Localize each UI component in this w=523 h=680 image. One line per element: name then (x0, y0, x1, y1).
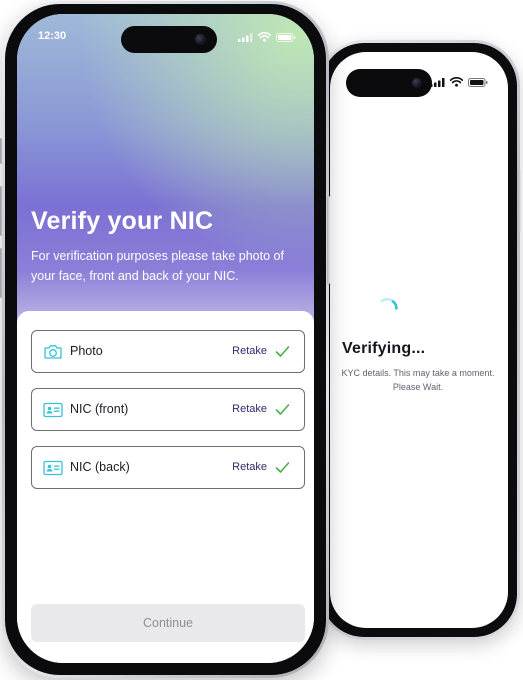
check-icon (275, 346, 290, 357)
wifi-icon (450, 77, 463, 87)
document-row-nic-front[interactable]: NIC (front) Retake (31, 388, 305, 431)
id-card-icon (43, 460, 63, 476)
dynamic-island (346, 69, 432, 97)
power-button (518, 170, 521, 232)
retake-button[interactable]: Retake (232, 461, 267, 473)
secondary-phone-bezel: Verifying... KYC details. This may take … (321, 43, 517, 637)
wifi-icon (258, 32, 271, 42)
retake-button[interactable]: Retake (232, 403, 267, 415)
page-description: For verification purposes please take ph… (31, 249, 284, 283)
verifying-screen: Verifying... KYC details. This may take … (330, 52, 508, 628)
camera-icon (44, 345, 62, 359)
verifying-subtitle-line-2: Please Wait. (392, 382, 444, 392)
verifying-title: Verifying... (342, 340, 426, 357)
verify-nic-screen: 12:30 Verify your NIC For verification p… (17, 14, 314, 663)
document-row-nic-back[interactable]: NIC (back) Retake (31, 446, 305, 489)
primary-phone-frame: 12:30 Verify your NIC For verification p… (2, 1, 329, 678)
document-label: NIC (front) (70, 402, 129, 416)
signal-icon (238, 32, 253, 42)
front-camera-icon (412, 78, 422, 88)
page-title: Verify your NIC (31, 207, 214, 235)
status-time: 12:30 (38, 30, 67, 42)
document-row-photo[interactable]: Photo Retake (31, 330, 305, 373)
check-icon (275, 462, 290, 473)
dynamic-island (121, 26, 217, 53)
battery-icon (468, 77, 488, 87)
verifying-subtitle: KYC details. This may take a moment. Ple… (330, 366, 506, 394)
status-icons (238, 32, 296, 42)
battery-icon (276, 32, 296, 42)
document-label: NIC (back) (70, 460, 130, 474)
secondary-phone-frame: Verifying... KYC details. This may take … (318, 40, 520, 640)
id-card-icon (43, 402, 63, 418)
status-icons (430, 77, 488, 87)
document-label: Photo (70, 344, 103, 358)
front-camera-icon (195, 34, 206, 45)
continue-button[interactable]: Continue (31, 604, 305, 642)
verifying-subtitle-line-1: KYC details. This may take a moment. (341, 368, 495, 378)
check-icon (275, 404, 290, 415)
header-gradient (17, 14, 314, 334)
loading-spinner-icon (380, 297, 398, 310)
retake-button[interactable]: Retake (232, 345, 267, 357)
signal-icon (430, 77, 445, 87)
primary-phone-bezel: 12:30 Verify your NIC For verification p… (5, 4, 326, 675)
power-button (327, 196, 330, 284)
